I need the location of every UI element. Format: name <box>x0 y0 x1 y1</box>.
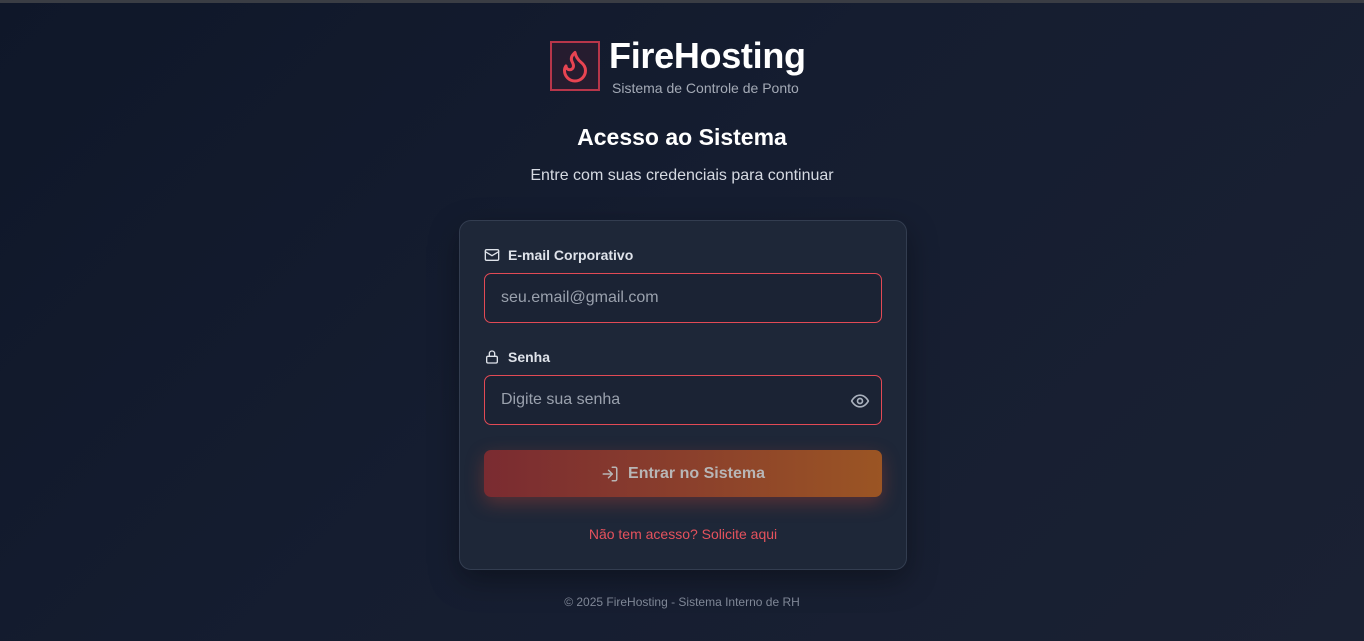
email-label: E-mail Corporativo <box>484 247 633 263</box>
eye-icon[interactable] <box>850 391 870 411</box>
log-in-icon <box>601 465 619 483</box>
window-top-border <box>0 0 1364 3</box>
footer-copyright: © 2025 FireHosting - Sistema Interno de … <box>564 595 800 609</box>
email-field-container <box>484 273 882 323</box>
password-field[interactable] <box>485 376 881 424</box>
email-label-text: E-mail Corporativo <box>508 247 634 263</box>
password-label: Senha <box>484 349 550 365</box>
lock-icon <box>484 349 500 365</box>
login-button[interactable]: Entrar no Sistema <box>484 450 882 497</box>
password-field-container <box>484 375 882 425</box>
login-card: E-mail Corporativo Senha <box>459 220 907 570</box>
mail-icon <box>484 247 500 263</box>
email-field[interactable] <box>485 274 881 322</box>
brand-logo: FireHosting Sistema de Controle de Ponto <box>550 36 806 96</box>
page-title: Acesso ao Sistema <box>577 124 787 150</box>
flame-icon <box>550 41 600 91</box>
password-label-text: Senha <box>508 349 551 365</box>
login-button-label: Entrar no Sistema <box>628 464 765 482</box>
brand-name: FireHosting <box>609 35 806 76</box>
brand-subtitle: Sistema de Controle de Ponto <box>612 80 799 96</box>
page-subtitle: Entre com suas credenciais para continua… <box>530 167 834 184</box>
request-access-link[interactable]: Não tem acesso? Solicite aqui <box>460 526 906 542</box>
